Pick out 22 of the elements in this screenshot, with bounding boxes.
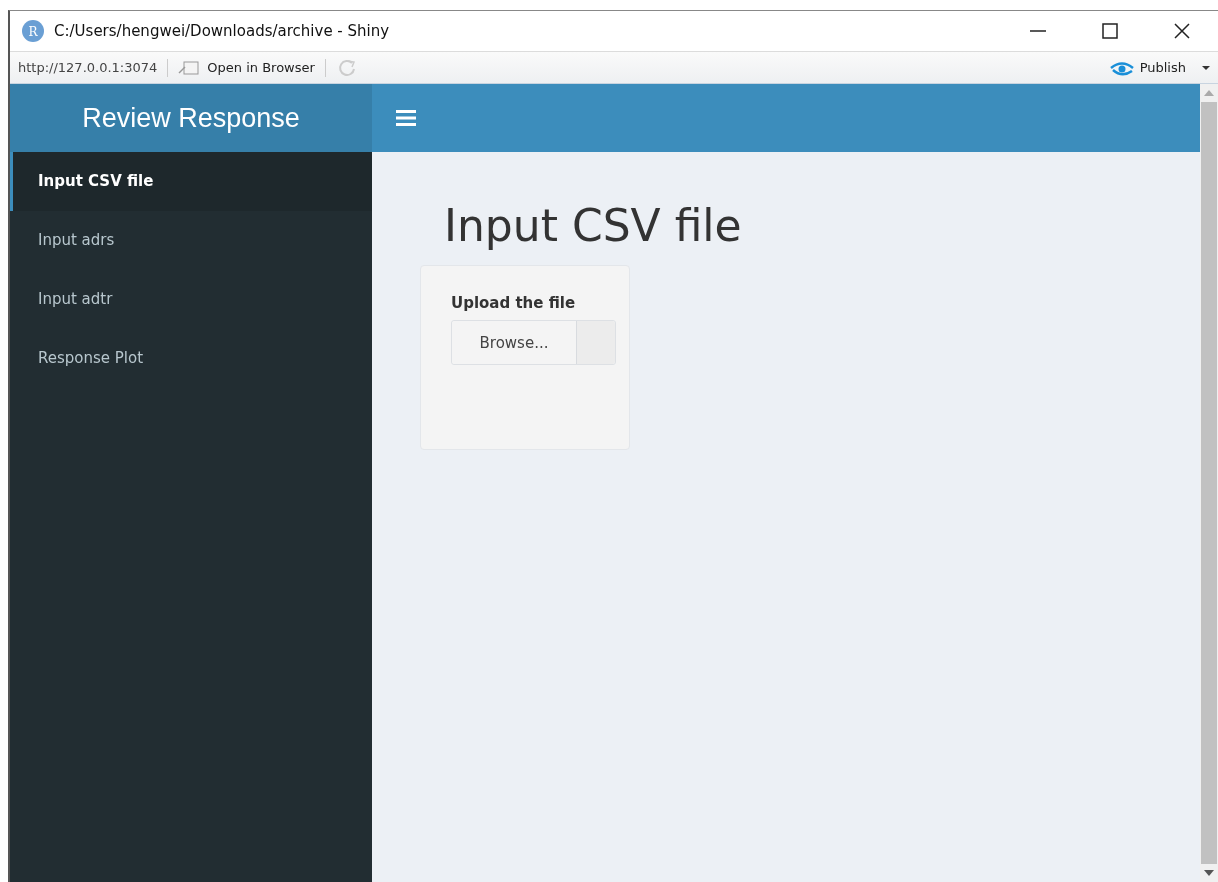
window-title: C:/Users/hengwei/Downloads/archive - Shiny: [54, 22, 391, 40]
sidebar-item[interactable]: Input adrs: [10, 211, 372, 270]
app-title: Review Response: [10, 84, 372, 152]
app-icon: R: [22, 20, 44, 42]
url-text: http://127.0.0.1:3074: [18, 60, 158, 75]
window-icon: [178, 59, 200, 76]
scroll-up-icon[interactable]: [1204, 88, 1214, 96]
sidebar-item[interactable]: Input adtr: [10, 270, 372, 329]
scrollbar[interactable]: [1200, 84, 1218, 882]
publish-button[interactable]: Publish: [1109, 59, 1210, 76]
close-icon: [1174, 23, 1190, 39]
sidebar-item[interactable]: Input CSV file: [10, 152, 372, 211]
open-in-browser-button[interactable]: Open in Browser: [178, 59, 315, 76]
field-label: Upload the file: [451, 294, 577, 312]
page-heading: Input CSV file: [444, 200, 742, 251]
menu-icon[interactable]: [396, 110, 416, 126]
publish-icon: [1109, 59, 1134, 76]
caret-icon[interactable]: [1202, 65, 1210, 70]
minimize-icon: [1030, 30, 1046, 32]
sidebar-item[interactable]: Response Plot: [10, 329, 372, 388]
maximize-icon: [1102, 23, 1118, 39]
scroll-down-icon[interactable]: [1204, 870, 1214, 878]
